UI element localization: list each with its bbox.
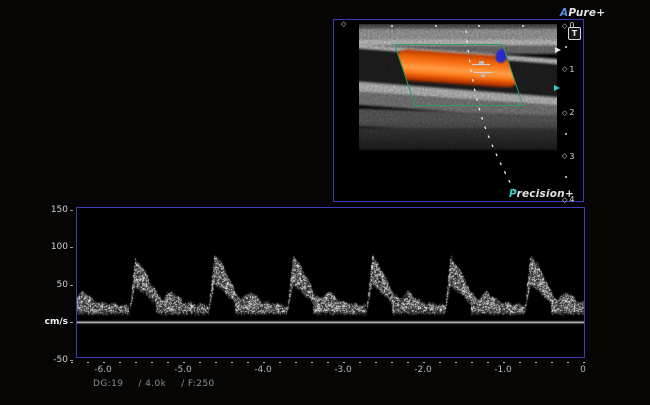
scale-value: / 4.0k xyxy=(138,379,166,389)
x-tick-label: -5.0 xyxy=(174,366,192,375)
x-tick-dot xyxy=(423,362,425,364)
x-tick-dot xyxy=(135,362,137,364)
aplio-pure-label: APure+ xyxy=(560,7,605,19)
x-tick-dot xyxy=(487,362,489,364)
x-tick-dot xyxy=(247,362,249,364)
x-tick-dot xyxy=(519,362,521,364)
depth-diamond-icon: ◇ xyxy=(562,110,567,117)
x-tick-dot xyxy=(359,362,361,364)
top-ruler-dot xyxy=(391,25,393,27)
spectral-display-panel[interactable] xyxy=(76,207,585,358)
y-tick-mark xyxy=(70,210,73,211)
depth-half-dot xyxy=(565,46,567,48)
image-display-panel[interactable]: ◇ T ◇0◇1◇2◇3◇4 xyxy=(333,19,584,202)
x-tick-dot xyxy=(311,362,313,364)
top-ruler-origin-icon: ◇ xyxy=(341,21,346,28)
brand-bottom-rest: recision+ xyxy=(517,188,574,200)
x-tick-label: -6.0 xyxy=(94,366,112,375)
gate-lower-line xyxy=(474,72,492,73)
x-tick-label: -1.0 xyxy=(494,366,512,375)
x-tick-dot xyxy=(503,362,505,364)
y-tick-label: -50 xyxy=(38,356,68,365)
y-tick-mark xyxy=(70,322,73,323)
x-tick-dot xyxy=(279,362,281,364)
focus-marker-icon[interactable] xyxy=(555,47,561,53)
x-tick-dot xyxy=(535,362,537,364)
x-tick-dot xyxy=(391,362,393,364)
top-ruler-dot xyxy=(478,25,480,27)
x-tick-dot xyxy=(87,362,89,364)
x-tick-dot xyxy=(375,362,377,364)
precision-label: Precision+ xyxy=(509,188,574,200)
filter-value: / F:250 xyxy=(181,379,214,389)
x-tick-dot xyxy=(567,362,569,364)
y-tick-label: 50 xyxy=(38,281,68,290)
x-tick-dot xyxy=(183,362,185,364)
depth-label: 3 xyxy=(569,153,574,161)
depth-marker: ◇3 xyxy=(562,153,574,161)
steer-marker-icon[interactable] xyxy=(554,85,560,91)
spectral-waveform[interactable] xyxy=(77,208,584,356)
x-tick-dot xyxy=(439,362,441,364)
x-tick-dot xyxy=(471,362,473,364)
brand-bottom-prefix: P xyxy=(509,188,517,200)
y-tick-mark xyxy=(70,285,73,286)
top-ruler-dot xyxy=(522,25,524,27)
depth-label: 1 xyxy=(569,66,574,74)
x-tick-label: 0 xyxy=(580,366,586,375)
x-tick-dot xyxy=(407,362,409,364)
x-tick-dot xyxy=(583,362,585,364)
x-tick-label: -4.0 xyxy=(254,366,272,375)
depth-diamond-icon: ◇ xyxy=(562,66,567,73)
x-tick-dot xyxy=(199,362,201,364)
gain-value: DG:19 xyxy=(93,379,123,389)
y-tick-label: 100 xyxy=(38,243,68,252)
x-tick-dot xyxy=(343,362,345,364)
y-tick-mark xyxy=(70,360,73,361)
x-tick-dot xyxy=(151,362,153,364)
brand-top-rest: Pure+ xyxy=(568,7,605,19)
gate-upper-line xyxy=(472,64,490,65)
x-tick-dot xyxy=(71,362,73,364)
x-tick-dot xyxy=(295,362,297,364)
x-tick-dot xyxy=(215,362,217,364)
depth-diamond-icon: ◇ xyxy=(562,153,567,160)
depth-marker: ◇2 xyxy=(562,109,574,117)
doppler-settings-status: DG:19 / 4.0k / F:250 xyxy=(93,379,215,389)
depth-marker: ◇0 xyxy=(562,22,574,30)
depth-half-dot xyxy=(565,176,567,178)
ultrasound-screen: ◇ T ◇0◇1◇2◇3◇4 APure+ Precision+ DG:19 /… xyxy=(0,0,650,405)
x-tick-dot xyxy=(551,362,553,364)
depth-label: 2 xyxy=(569,109,574,117)
x-tick-dot xyxy=(103,362,105,364)
x-tick-label: -2.0 xyxy=(414,366,432,375)
x-tick-dot xyxy=(327,362,329,364)
y-tick-mark xyxy=(70,247,73,248)
y-tick-label: cm/s xyxy=(38,318,68,327)
x-tick-dot xyxy=(231,362,233,364)
x-tick-dot xyxy=(119,362,121,364)
y-tick-label: 150 xyxy=(38,206,68,215)
top-ruler-dot xyxy=(435,25,437,27)
x-tick-dot xyxy=(455,362,457,364)
x-tick-dot xyxy=(263,362,265,364)
depth-marker: ◇1 xyxy=(562,66,574,74)
depth-label: 0 xyxy=(569,22,574,30)
gate-lower-mark xyxy=(481,74,485,77)
depth-diamond-icon: ◇ xyxy=(562,23,567,30)
doppler-beam-line xyxy=(334,20,583,201)
x-tick-dot xyxy=(167,362,169,364)
x-tick-label: -3.0 xyxy=(334,366,352,375)
depth-half-dot xyxy=(565,133,567,135)
